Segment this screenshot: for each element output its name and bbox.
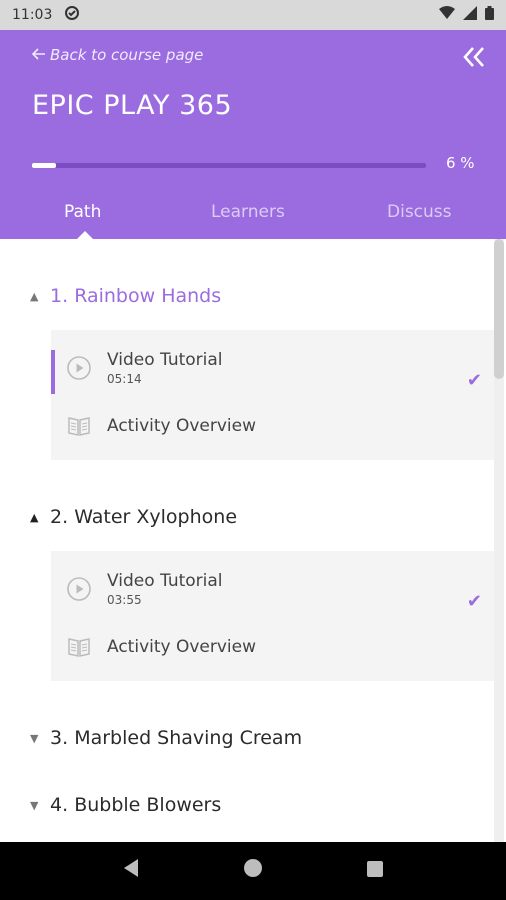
checkmark-icon: ✔ (466, 591, 482, 612)
lesson-duration: 05:14 (107, 372, 142, 386)
double-chevron-left-icon (462, 45, 486, 75)
caret-down-icon: ▼ (30, 798, 39, 812)
course-progress-label: 6 % (446, 154, 475, 172)
play-icon (67, 577, 91, 601)
home-nav-button[interactable] (243, 858, 263, 884)
recents-nav-button[interactable] (366, 859, 384, 884)
collapse-button[interactable] (462, 46, 486, 72)
section-header-rainbow-hands[interactable]: ▲ 1. Rainbow Hands (30, 285, 221, 307)
lesson-title: Video Tutorial (107, 350, 223, 370)
lesson-title: Video Tutorial (107, 571, 223, 591)
cellular-icon (463, 6, 477, 24)
section-title: 1. Rainbow Hands (50, 285, 222, 307)
course-header: Back to course page EPIC PLAY 365 6 % Pa… (0, 30, 506, 240)
tab-discuss[interactable]: Discuss (387, 202, 452, 222)
section-title: 2. Water Xylophone (50, 506, 238, 528)
lesson-item[interactable]: Activity Overview (67, 635, 256, 659)
scrollbar-thumb[interactable] (494, 239, 504, 379)
play-icon (67, 356, 91, 380)
section-header-bubble-blowers[interactable]: ▼ 4. Bubble Blowers (30, 794, 221, 816)
course-progress-bar (32, 163, 426, 168)
section-header-marbled-shaving-cream[interactable]: ▼ 3. Marbled Shaving Cream (30, 727, 302, 749)
lesson-item[interactable]: Video Tutorial 05:14 (67, 350, 223, 386)
status-bar: 11:03 (0, 0, 506, 30)
current-lesson-indicator (51, 350, 55, 394)
lesson-title: Activity Overview (107, 637, 257, 657)
caret-up-icon: ▲ (30, 510, 39, 524)
tab-learners[interactable]: Learners (211, 202, 285, 222)
caret-down-icon: ▼ (30, 731, 39, 745)
caret-up-icon: ▲ (30, 289, 39, 303)
path-content[interactable]: ▲ 1. Rainbow Hands Video Tutorial 05:14 … (0, 239, 506, 842)
section-title: 4. Bubble Blowers (50, 794, 222, 816)
back-link-label: Back to course page (50, 46, 204, 64)
lesson-title: Activity Overview (107, 416, 257, 436)
section-title: 3. Marbled Shaving Cream (50, 727, 303, 749)
lesson-item[interactable]: Activity Overview (67, 414, 256, 438)
back-to-course-link[interactable]: Back to course page (31, 46, 204, 64)
wifi-icon (439, 6, 455, 24)
course-title: EPIC PLAY 365 (32, 90, 233, 121)
section-lessons: Video Tutorial 05:14 ✔ Activity Overview (51, 330, 494, 460)
course-progress-fill (32, 163, 56, 168)
book-icon (67, 414, 91, 438)
checkmark-icon: ✔ (466, 370, 482, 391)
book-icon (67, 635, 91, 659)
section-lessons: Video Tutorial 03:55 ✔ Activity Overview (51, 551, 494, 681)
tab-path[interactable]: Path (64, 202, 101, 222)
lesson-item[interactable]: Video Tutorial 03:55 (67, 571, 223, 607)
battery-icon (485, 6, 494, 24)
system-nav-bar (0, 842, 506, 900)
back-nav-button[interactable] (122, 858, 140, 884)
lesson-duration: 03:55 (107, 593, 142, 607)
course-tabs: Path Learners Discuss (0, 202, 506, 240)
status-time: 11:03 (12, 7, 53, 23)
section-header-water-xylophone[interactable]: ▲ 2. Water Xylophone (30, 506, 237, 528)
scrollbar[interactable] (494, 239, 504, 842)
arrow-left-icon (31, 46, 46, 64)
data-saver-icon (64, 5, 80, 25)
